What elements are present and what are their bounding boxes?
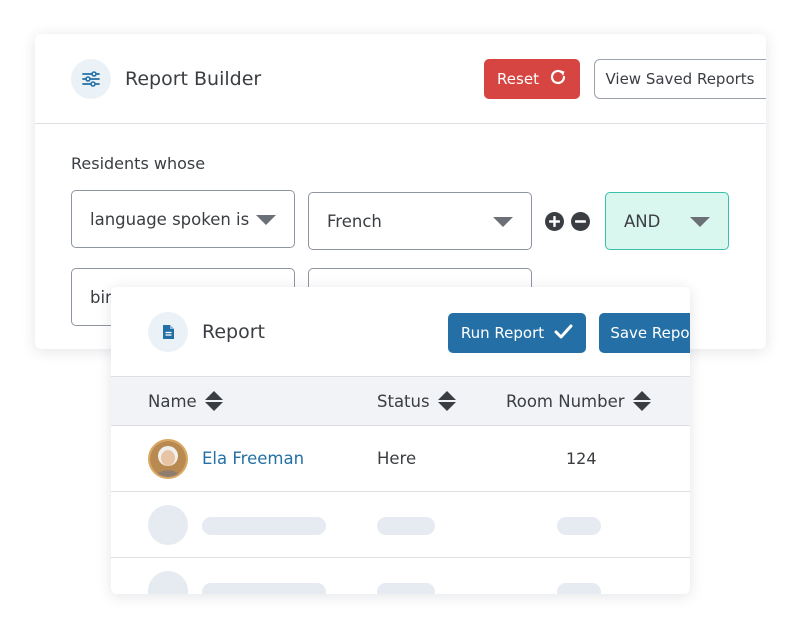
sort-icon — [437, 391, 456, 411]
table-header: Name Status Room Number — [111, 376, 690, 426]
avatar-placeholder — [148, 505, 188, 545]
column-header-label: Name — [148, 391, 197, 411]
sort-icon — [632, 391, 651, 411]
table-row: Ela Freeman Here 124 — [111, 426, 690, 492]
condition-field-value-2: bir — [90, 287, 112, 307]
status-placeholder — [377, 583, 435, 594]
column-header-status[interactable]: Status — [377, 391, 456, 411]
remove-condition-button[interactable] — [571, 212, 590, 231]
resident-room-number: 124 — [566, 449, 597, 468]
reset-button[interactable]: Reset — [484, 59, 580, 99]
section-label: Residents whose — [71, 154, 206, 173]
report-title: Report — [202, 321, 265, 343]
run-report-button[interactable]: Run Report — [448, 313, 586, 353]
name-placeholder — [202, 517, 326, 535]
table-row-placeholder — [111, 558, 690, 594]
room-placeholder — [557, 583, 601, 594]
report-builder-title: Report Builder — [125, 68, 262, 90]
column-header-label: Status — [377, 391, 430, 411]
run-report-label: Run Report — [460, 324, 545, 342]
plus-icon — [549, 216, 560, 227]
condition-value-select[interactable]: French — [308, 192, 532, 250]
resident-status: Here — [377, 449, 417, 468]
view-saved-reports-label: View Saved Reports — [605, 70, 755, 88]
avatar — [148, 439, 188, 479]
condition-field-value: language spoken is — [90, 209, 250, 229]
condition-value-text: French — [327, 211, 382, 231]
eye-icon — [765, 70, 766, 88]
caret-down-icon — [690, 217, 710, 227]
status-placeholder — [377, 517, 435, 535]
sort-icon — [204, 391, 223, 411]
room-placeholder — [557, 517, 601, 535]
save-report-button[interactable]: Save Report — [599, 313, 690, 353]
logic-operator-select[interactable]: AND — [605, 192, 729, 250]
report-panel: Report Run Report Save Report Name Statu… — [111, 287, 690, 594]
condition-field-select[interactable]: language spoken is — [71, 190, 295, 248]
save-report-label: Save Report — [610, 324, 690, 342]
sliders-icon — [71, 59, 111, 99]
logic-operator-value: AND — [624, 211, 661, 231]
table-row-placeholder — [111, 492, 690, 558]
reset-button-label: Reset — [497, 70, 539, 88]
view-saved-reports-button[interactable]: View Saved Reports — [594, 59, 766, 99]
name-placeholder — [202, 583, 326, 594]
caret-down-icon — [493, 217, 513, 227]
column-header-label: Room Number — [506, 391, 625, 411]
column-header-name[interactable]: Name — [148, 391, 223, 411]
minus-icon — [575, 220, 586, 223]
report-builder-header: Report Builder Reset View Saved Reports — [35, 34, 766, 124]
resident-name-link[interactable]: Ela Freeman — [202, 449, 304, 468]
document-icon — [148, 312, 188, 352]
caret-down-icon — [256, 215, 276, 225]
refresh-icon — [549, 68, 567, 90]
add-condition-button[interactable] — [545, 212, 564, 231]
check-icon — [554, 324, 573, 343]
avatar-placeholder — [148, 571, 188, 594]
column-header-room-number[interactable]: Room Number — [506, 391, 651, 411]
